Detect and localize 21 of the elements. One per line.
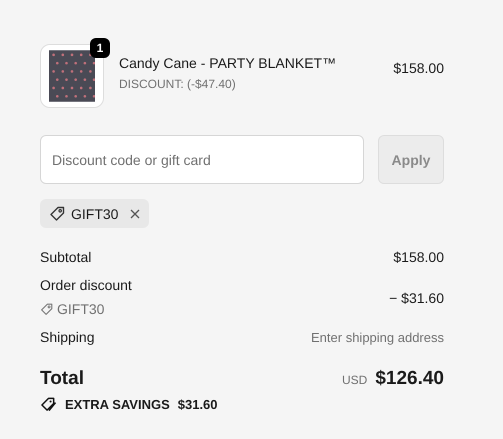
summary-value: $158.00 bbox=[393, 249, 444, 265]
summary-label: Order discount bbox=[40, 277, 132, 293]
discount-code: GIFT30 bbox=[57, 301, 104, 317]
product-price: $158.00 bbox=[393, 60, 444, 76]
summary-value: Enter shipping address bbox=[311, 330, 444, 344]
quantity-badge: 1 bbox=[90, 38, 110, 58]
tags-icon bbox=[40, 397, 57, 412]
savings-label: EXTRA SAVINGS bbox=[65, 397, 170, 412]
summary-label: Shipping bbox=[40, 329, 94, 345]
tag-icon bbox=[40, 302, 53, 316]
tag-icon bbox=[49, 206, 65, 222]
total-label: Total bbox=[40, 368, 84, 390]
savings-value: $31.60 bbox=[178, 397, 218, 412]
total-value: $126.40 bbox=[375, 368, 444, 390]
summary-value: − $31.60 bbox=[389, 290, 444, 306]
code-label: GIFT30 bbox=[71, 206, 118, 222]
discount-note: DISCOUNT: (-$47.40) bbox=[119, 77, 237, 91]
currency: USD bbox=[342, 373, 368, 387]
discount-field[interactable]: Discount code or gift card bbox=[40, 135, 364, 184]
product-name: Candy Cane - PARTY BLANKET™ bbox=[119, 55, 338, 71]
summary-label: Subtotal bbox=[40, 249, 92, 265]
